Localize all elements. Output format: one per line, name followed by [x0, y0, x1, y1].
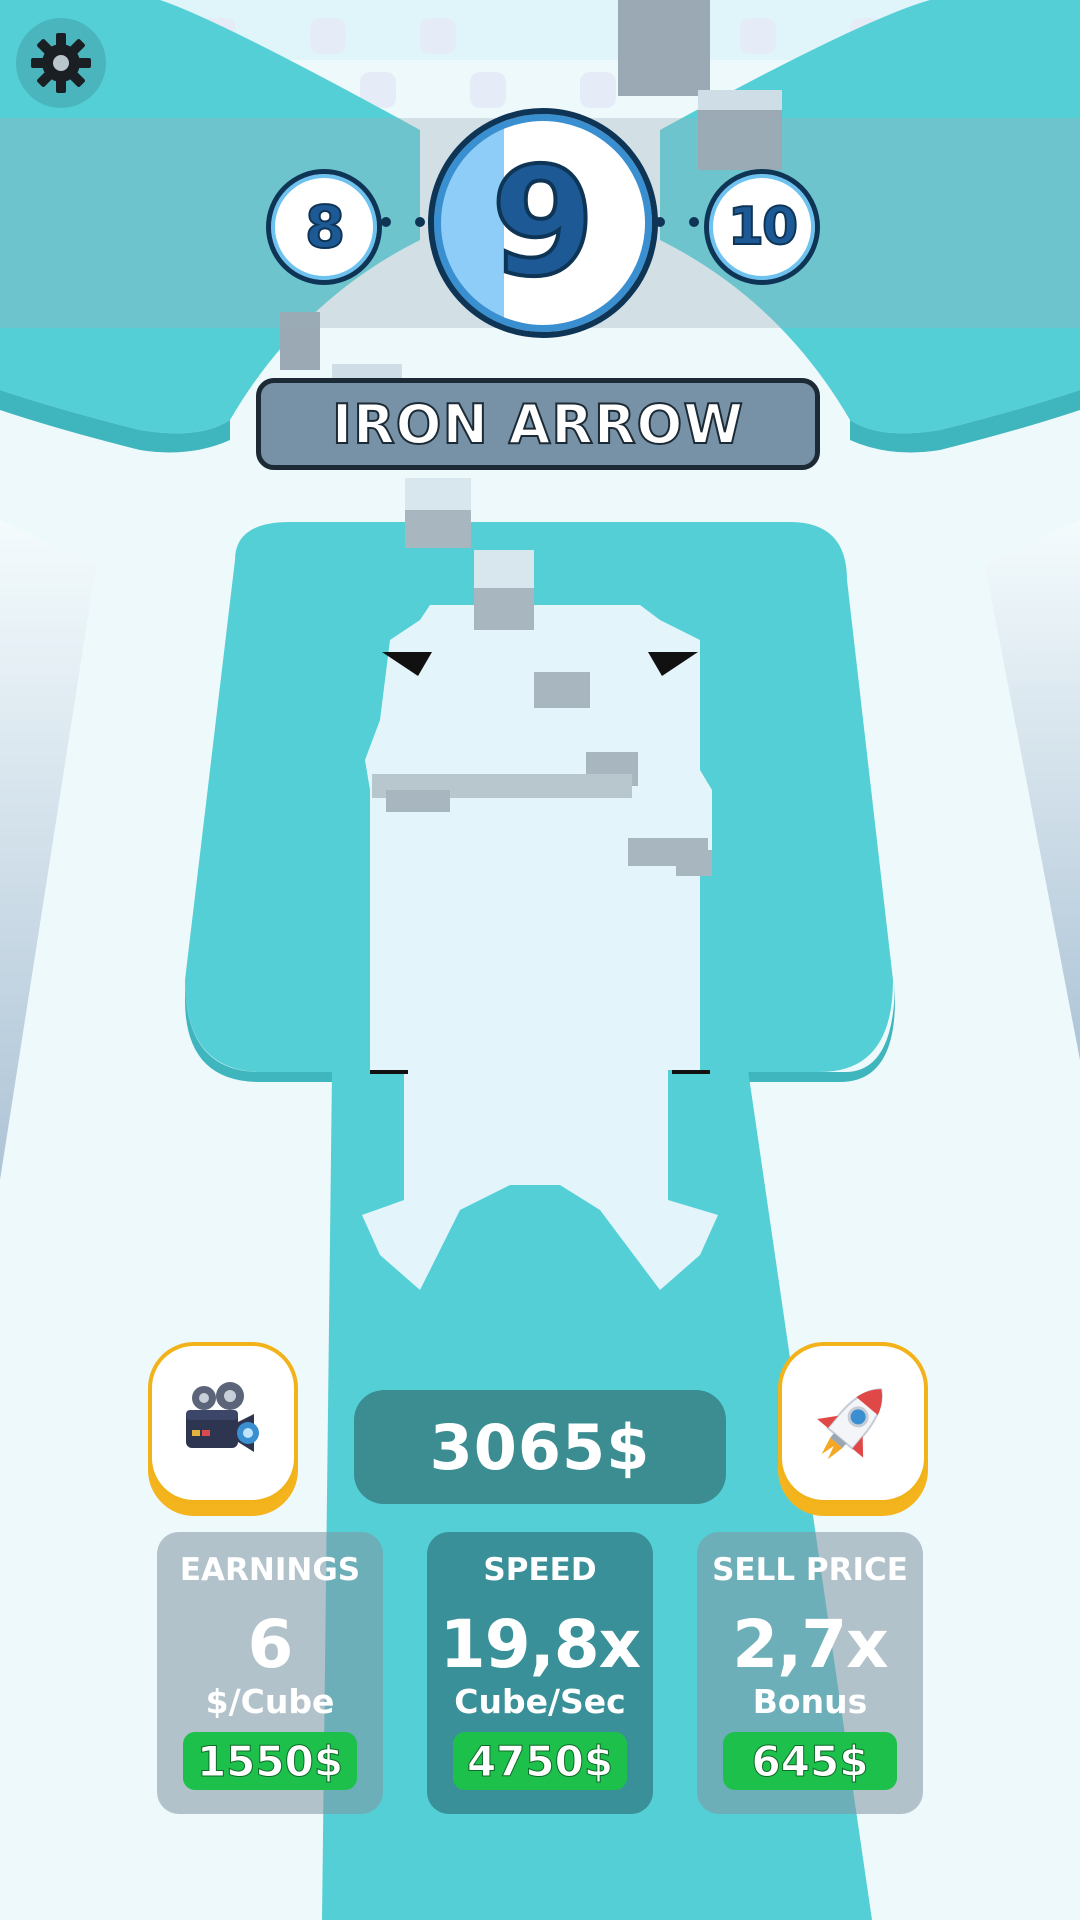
earnings-title: EARNINGS — [179, 1552, 361, 1588]
earnings-card: EARNINGS 6 $/Cube 1550$ — [157, 1532, 383, 1814]
speed-value: 19,8x — [439, 1606, 641, 1683]
level-connector-dot — [415, 217, 425, 227]
sell-price-value: 2,7x — [732, 1606, 889, 1683]
level-connector-dot — [655, 217, 665, 227]
game-scene: 8 9 10 IRON ARROW 3065$ EARNINGS 6 $/Cub… — [0, 0, 1080, 1920]
sell-price-card: SELL PRICE 2,7x Bonus 645$ — [697, 1532, 923, 1814]
level-previous: 8 — [266, 169, 382, 285]
sell-price-unit: Bonus — [752, 1682, 868, 1721]
level-connector-dot — [689, 217, 699, 227]
speed-unit: Cube/Sec — [454, 1682, 626, 1721]
rocket-icon — [817, 1388, 883, 1460]
level-connector-dot — [381, 217, 391, 227]
gear-icon — [31, 33, 91, 93]
level-next: 10 — [704, 169, 820, 285]
sell-price-upgrade-button[interactable]: 645$ — [723, 1732, 897, 1790]
speed-title: SPEED — [483, 1552, 597, 1588]
watch-ad-button[interactable] — [148, 1342, 298, 1504]
speed-card: SPEED 19,8x Cube/Sec 4750$ — [427, 1532, 653, 1814]
money-display: 3065$ — [354, 1390, 726, 1504]
settings-button[interactable] — [16, 18, 106, 108]
level-current: 9 — [428, 108, 658, 338]
earnings-value: 6 — [247, 1606, 294, 1683]
boost-button[interactable] — [778, 1342, 928, 1504]
speed-upgrade-button[interactable]: 4750$ — [453, 1732, 627, 1790]
item-title-banner: IRON ARROW — [256, 378, 820, 470]
video-camera-icon — [186, 1382, 259, 1452]
earnings-upgrade-button[interactable]: 1550$ — [183, 1732, 357, 1790]
earnings-unit: $/Cube — [205, 1682, 335, 1721]
sell-price-title: SELL PRICE — [712, 1552, 908, 1588]
